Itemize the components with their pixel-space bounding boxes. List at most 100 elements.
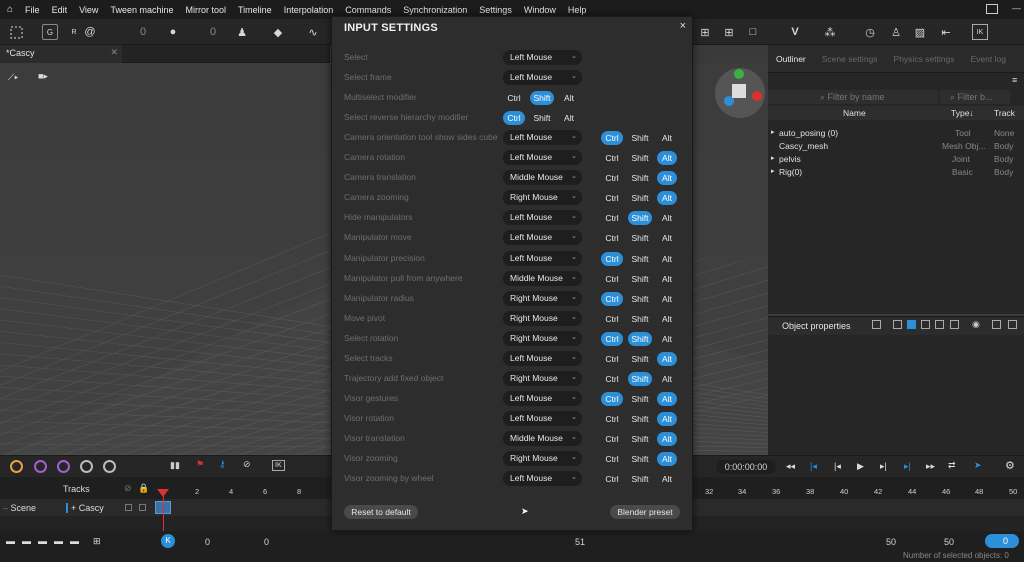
- modifier-alt-toggle[interactable]: Alt: [657, 411, 677, 426]
- key-purple-icon-2[interactable]: [57, 460, 70, 473]
- key-icon[interactable]: ⚷: [219, 459, 226, 470]
- modifier-alt-toggle[interactable]: Alt: [657, 191, 677, 206]
- mouse-button-select[interactable]: Left Mouse ⌄: [503, 70, 582, 86]
- modifier-ctrl-toggle[interactable]: Ctrl: [601, 211, 623, 225]
- orientation-gizmo[interactable]: [715, 68, 765, 118]
- modifier-ctrl-toggle[interactable]: Ctrl: [503, 91, 525, 105]
- bone-tool-icon[interactable]: ⟋▸: [8, 72, 18, 83]
- menu-help[interactable]: Help: [562, 5, 593, 15]
- modifier-ctrl-toggle[interactable]: Ctrl: [601, 151, 623, 165]
- right-value-field[interactable]: 0: [985, 534, 1019, 548]
- copy-icon[interactable]: ▬: [54, 536, 63, 546]
- prop-icon-3[interactable]: [907, 320, 916, 329]
- mouse-button-select[interactable]: Right Mouse ⌄: [503, 190, 582, 206]
- hamburger-icon[interactable]: ≡: [1012, 75, 1017, 85]
- modifier-alt-toggle[interactable]: Alt: [657, 332, 677, 346]
- reset-to-default-button[interactable]: Reset to default: [344, 505, 418, 519]
- modifier-alt-toggle[interactable]: Alt: [657, 312, 677, 326]
- gizmo-x-axis[interactable]: [752, 91, 762, 101]
- play-icon[interactable]: ▶: [857, 461, 864, 472]
- modifier-alt-toggle[interactable]: Alt: [657, 431, 677, 446]
- modifier-ctrl-toggle[interactable]: Ctrl: [601, 191, 623, 205]
- modifier-ctrl-toggle[interactable]: Ctrl: [601, 171, 623, 185]
- lock-icon[interactable]: 🔒: [138, 483, 149, 494]
- tab-outliner[interactable]: Outliner: [768, 54, 814, 64]
- mouse-button-select[interactable]: Right Mouse ⌄: [503, 370, 582, 386]
- grid-icon-2[interactable]: ⊞: [721, 24, 737, 40]
- current-frame[interactable]: 0: [264, 537, 269, 547]
- prop-icon-6[interactable]: [950, 320, 959, 329]
- menu-edit[interactable]: Edit: [46, 5, 74, 15]
- book-icon[interactable]: ▮▮: [170, 460, 180, 471]
- modifier-shift-toggle[interactable]: Shift: [628, 331, 652, 346]
- modifier-alt-toggle[interactable]: Alt: [559, 91, 579, 105]
- filter-name-input[interactable]: ⌕ Filter by name: [768, 90, 938, 104]
- track-checkbox[interactable]: [125, 504, 132, 511]
- prev-frame-icon[interactable]: |◂: [834, 461, 841, 472]
- expand-arrow-icon[interactable]: ▸: [771, 128, 775, 136]
- menu-view[interactable]: View: [73, 5, 104, 15]
- flag-icon[interactable]: ⚑: [196, 459, 204, 470]
- modifier-alt-toggle[interactable]: Alt: [657, 131, 677, 145]
- modifier-ctrl-toggle[interactable]: Ctrl: [503, 111, 525, 126]
- modifier-alt-toggle[interactable]: Alt: [657, 211, 677, 225]
- person-icon[interactable]: ♟: [234, 24, 250, 40]
- mouse-button-select[interactable]: Left Mouse ⌄: [503, 250, 582, 266]
- mouse-button-select[interactable]: Middle Mouse ⌄: [503, 430, 582, 446]
- key-cycle-icon[interactable]: [103, 460, 116, 473]
- column-track[interactable]: Track: [994, 108, 1015, 118]
- expand-arrow-icon[interactable]: ▸: [771, 154, 775, 162]
- modifier-shift-toggle[interactable]: Shift: [530, 91, 554, 106]
- gear-icon[interactable]: ⚙: [1005, 459, 1015, 472]
- menu-interpolation[interactable]: Interpolation: [278, 5, 340, 15]
- modifier-shift-toggle[interactable]: Shift: [628, 151, 652, 165]
- nodes-icon[interactable]: ⁂: [822, 24, 838, 40]
- prop-icon-5[interactable]: [935, 320, 944, 329]
- modifier-alt-toggle[interactable]: Alt: [559, 111, 579, 125]
- modifier-shift-toggle[interactable]: Shift: [628, 231, 652, 245]
- first-key-icon[interactable]: |◂: [810, 461, 817, 472]
- r-button[interactable]: R: [66, 24, 82, 40]
- modifier-alt-toggle[interactable]: Alt: [657, 452, 677, 466]
- prop-icon-2[interactable]: [893, 320, 902, 329]
- range-bar-value[interactable]: 51: [575, 537, 585, 547]
- modifier-alt-toggle[interactable]: Alt: [657, 472, 677, 486]
- add-icon[interactable]: ⊞: [93, 536, 101, 547]
- modifier-ctrl-toggle[interactable]: Ctrl: [601, 251, 623, 266]
- modifier-ctrl-toggle[interactable]: Ctrl: [601, 312, 623, 326]
- modifier-shift-toggle[interactable]: Shift: [628, 472, 652, 486]
- spiral-icon[interactable]: @: [82, 24, 98, 40]
- modifier-ctrl-toggle[interactable]: Ctrl: [601, 131, 623, 146]
- close-tab-icon[interactable]: ✕: [110, 47, 118, 58]
- pose-icon[interactable]: ♙: [888, 24, 904, 40]
- column-type[interactable]: Type↓: [951, 108, 974, 118]
- modifier-shift-toggle[interactable]: Shift: [628, 432, 652, 446]
- save-icon[interactable]: ▬: [38, 536, 47, 546]
- k-button[interactable]: K: [161, 534, 175, 548]
- grid-icon[interactable]: ⊞: [697, 24, 713, 40]
- next-frame-icon[interactable]: ▸|: [880, 461, 887, 472]
- modifier-ctrl-toggle[interactable]: Ctrl: [601, 472, 623, 486]
- modifier-ctrl-toggle[interactable]: Ctrl: [601, 452, 623, 466]
- modifier-shift-toggle[interactable]: Shift: [628, 392, 652, 406]
- object-track-label[interactable]: + Cascy: [66, 503, 104, 513]
- tab-scene-settings[interactable]: Scene settings: [814, 54, 886, 64]
- mouse-button-select[interactable]: Left Mouse ⌄: [503, 50, 582, 65]
- modifier-alt-toggle[interactable]: Alt: [657, 151, 677, 166]
- start-frame[interactable]: 0: [205, 537, 210, 547]
- ik-toolbar-button[interactable]: IK: [972, 24, 988, 40]
- home-icon[interactable]: ⌂: [0, 4, 19, 15]
- prop-icon-7[interactable]: [992, 320, 1001, 329]
- modifier-alt-toggle[interactable]: Alt: [657, 171, 677, 186]
- mouse-button-select[interactable]: Right Mouse ⌄: [503, 290, 582, 306]
- v-logo-icon[interactable]: V: [787, 24, 803, 40]
- modifier-ctrl-toggle[interactable]: Ctrl: [601, 372, 623, 386]
- modifier-shift-toggle[interactable]: Shift: [628, 412, 652, 426]
- outliner-row[interactable]: Cascy_mesh Mesh Obj... Body: [768, 140, 1024, 153]
- clock-icon[interactable]: ◷: [862, 24, 878, 40]
- eraser-icon[interactable]: ◆: [270, 24, 286, 40]
- rewind-icon[interactable]: ◂◂: [786, 461, 795, 472]
- modifier-shift-toggle[interactable]: Shift: [530, 111, 554, 125]
- tab-event-log[interactable]: Event log: [962, 54, 1013, 64]
- key-orange-icon[interactable]: [10, 460, 23, 473]
